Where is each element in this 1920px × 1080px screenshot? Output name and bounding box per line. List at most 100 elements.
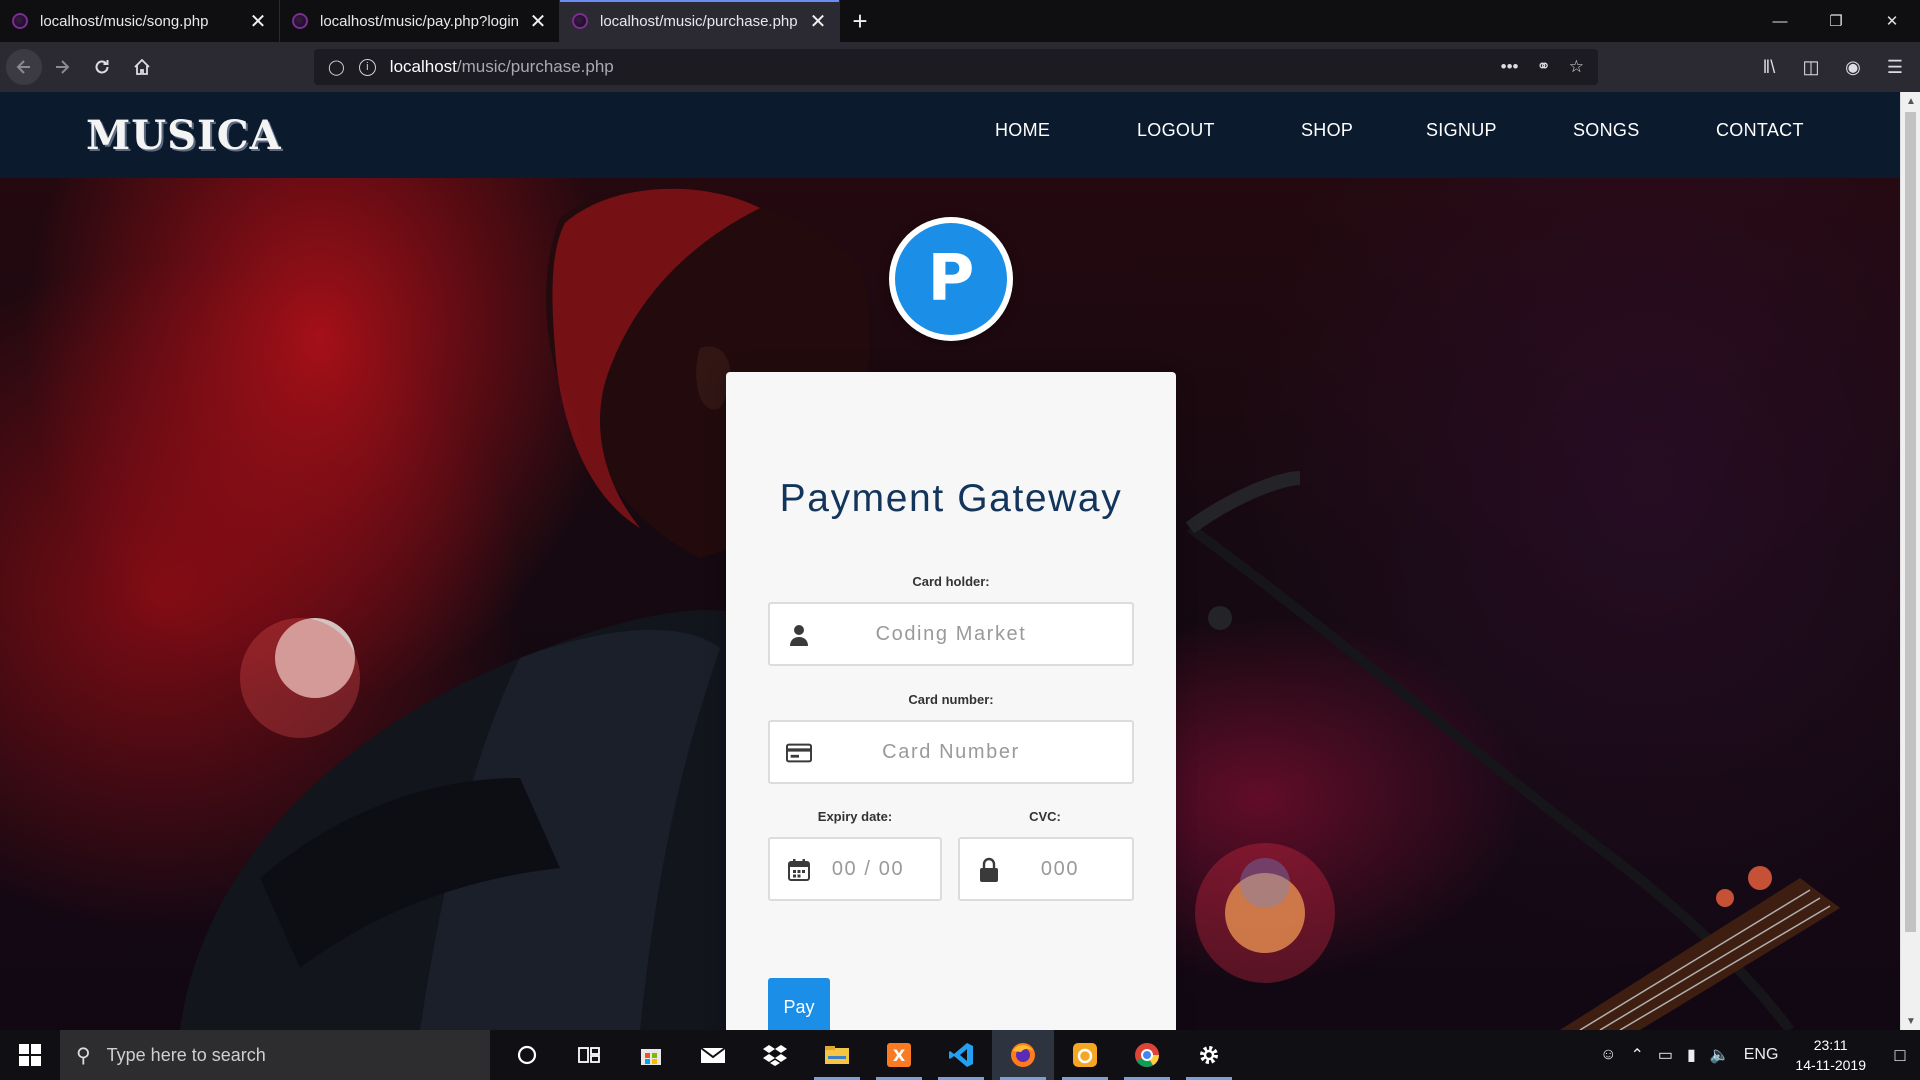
- start-button[interactable]: [0, 1030, 60, 1080]
- arrow-left-icon: [16, 60, 30, 74]
- pocket-icon[interactable]: ⚭: [1537, 57, 1551, 77]
- bookmark-star-icon[interactable]: ☆: [1569, 57, 1584, 77]
- cvc-input[interactable]: 000: [958, 837, 1134, 901]
- url-text[interactable]: localhost/music/purchase.php: [390, 57, 614, 77]
- search-placeholder: Type here to search: [106, 1044, 266, 1065]
- back-button[interactable]: [6, 49, 42, 85]
- tab-purchase[interactable]: localhost/music/purchase.php ✕: [560, 0, 840, 42]
- info-icon[interactable]: i: [358, 58, 376, 76]
- home-icon: [134, 58, 150, 75]
- firefox-icon[interactable]: [992, 1030, 1054, 1080]
- tab-pay[interactable]: localhost/music/pay.php?login ✕: [280, 0, 560, 42]
- payment-title: Payment Gateway: [779, 477, 1123, 520]
- nav-songs[interactable]: SONGS: [1573, 120, 1640, 141]
- tab-title: localhost/music/pay.php?login: [320, 12, 519, 30]
- sidebar-icon[interactable]: ◫: [1794, 50, 1828, 84]
- site-logo[interactable]: MUSICA: [86, 112, 282, 159]
- card-number-input[interactable]: Card Number: [768, 720, 1134, 784]
- expiry-label: Expiry date:: [817, 809, 893, 824]
- nav-logout[interactable]: LOGOUT: [1137, 120, 1215, 141]
- uc-browser-icon[interactable]: [1054, 1030, 1116, 1080]
- task-view-icon[interactable]: [558, 1030, 620, 1080]
- payment-logo: P: [889, 217, 1013, 341]
- page-scrollbar[interactable]: ▲ ▼: [1900, 92, 1920, 1030]
- scroll-up-icon[interactable]: ▲: [1901, 92, 1920, 110]
- volume-icon[interactable]: 🔈: [1710, 1045, 1730, 1065]
- windows-logo-icon: [19, 1044, 41, 1066]
- taskbar-apps: X: [496, 1030, 1240, 1080]
- menu-icon[interactable]: ☰: [1878, 50, 1912, 84]
- card-holder-label: Card holder:: [912, 574, 990, 589]
- notifications-icon[interactable]: □: [1880, 1030, 1920, 1080]
- settings-gear-icon[interactable]: [1178, 1030, 1240, 1080]
- address-bar[interactable]: ◯ i localhost/music/purchase.php ••• ⚭ ☆: [314, 49, 1598, 85]
- tab-title: localhost/music/song.php: [40, 12, 209, 30]
- dropbox-icon[interactable]: [744, 1030, 806, 1080]
- mail-icon[interactable]: [682, 1030, 744, 1080]
- restore-icon[interactable]: ❐: [1808, 0, 1864, 42]
- close-tab-icon[interactable]: ✕: [809, 9, 827, 34]
- site-favicon-icon: [12, 13, 28, 29]
- site-header: MUSICA HOME LOGOUT SHOP SIGNUP SONGS CON…: [0, 92, 1900, 178]
- cvc-label: CVC:: [1029, 809, 1061, 824]
- payment-logo-letter: P: [895, 223, 1007, 335]
- new-tab-button[interactable]: +: [840, 0, 880, 42]
- site-favicon-icon: [292, 13, 308, 29]
- clock[interactable]: 23:11 14-11-2019: [1795, 1035, 1866, 1075]
- card-number-placeholder: Card Number: [882, 740, 1020, 763]
- svg-text:X: X: [893, 1046, 906, 1065]
- reload-button[interactable]: [82, 47, 122, 87]
- nav-signup[interactable]: SIGNUP: [1426, 120, 1497, 141]
- clock-time: 23:11: [1813, 1037, 1848, 1053]
- library-icon[interactable]: ‖\: [1752, 50, 1786, 84]
- chrome-icon[interactable]: [1116, 1030, 1178, 1080]
- xampp-icon[interactable]: X: [868, 1030, 930, 1080]
- url-actions: ••• ⚭ ☆: [1501, 57, 1584, 77]
- minimize-icon[interactable]: —: [1752, 0, 1808, 42]
- expiry-input[interactable]: 00 / 00: [768, 837, 942, 901]
- close-window-icon[interactable]: ✕: [1864, 0, 1920, 42]
- tab-song[interactable]: localhost/music/song.php ✕: [0, 0, 280, 42]
- site-favicon-icon: [572, 13, 588, 29]
- nav-contact[interactable]: CONTACT: [1716, 120, 1804, 141]
- windows-taskbar: ⚲ Type here to search X ☺ ⌃ ▭ ▮ 🔈 ENG 23…: [0, 1030, 1920, 1080]
- reload-icon: [95, 60, 109, 74]
- arrow-right-icon: [56, 60, 70, 74]
- more-actions-icon[interactable]: •••: [1501, 57, 1519, 77]
- account-icon[interactable]: ◉: [1836, 50, 1870, 84]
- network-icon[interactable]: ▭: [1658, 1045, 1673, 1065]
- shield-icon[interactable]: ◯: [328, 58, 345, 76]
- chevron-up-icon[interactable]: ⌃: [1630, 1045, 1643, 1065]
- toolbar-right: ‖\ ◫ ◉ ☰: [1752, 50, 1912, 84]
- battery-icon[interactable]: ▮: [1687, 1045, 1696, 1065]
- system-tray: ☺ ⌃ ▭ ▮ 🔈 ENG 23:11 14-11-2019 □: [1593, 1030, 1920, 1080]
- file-explorer-icon[interactable]: [806, 1030, 868, 1080]
- language-indicator[interactable]: ENG: [1744, 1046, 1779, 1064]
- browser-tab-bar: localhost/music/song.php ✕ localhost/mus…: [0, 0, 1920, 42]
- vscode-icon[interactable]: [930, 1030, 992, 1080]
- close-tab-icon[interactable]: ✕: [249, 9, 267, 34]
- clock-date: 14-11-2019: [1795, 1057, 1866, 1073]
- forward-button[interactable]: [42, 47, 82, 87]
- url-path: /music/purchase.php: [456, 57, 614, 76]
- store-icon[interactable]: [620, 1030, 682, 1080]
- scroll-down-icon[interactable]: ▼: [1901, 1012, 1920, 1030]
- scroll-thumb[interactable]: [1905, 112, 1916, 932]
- nav-home[interactable]: HOME: [995, 120, 1050, 141]
- home-button[interactable]: [122, 47, 162, 87]
- user-icon: [786, 622, 812, 648]
- cortana-icon[interactable]: [496, 1030, 558, 1080]
- tab-title: localhost/music/purchase.php: [600, 12, 798, 30]
- window-controls: — ❐ ✕: [1752, 0, 1920, 42]
- nav-shop[interactable]: SHOP: [1301, 120, 1353, 141]
- card-holder-placeholder: Coding Market: [875, 622, 1027, 645]
- lock-icon: [976, 857, 1002, 883]
- close-tab-icon[interactable]: ✕: [529, 9, 547, 34]
- credit-card-icon: [786, 740, 812, 766]
- browser-nav-bar: ◯ i localhost/music/purchase.php ••• ⚭ ☆…: [0, 42, 1920, 92]
- taskbar-search[interactable]: ⚲ Type here to search: [60, 1030, 490, 1080]
- card-holder-input[interactable]: Coding Market: [768, 602, 1134, 666]
- people-icon[interactable]: ☺: [1600, 1046, 1616, 1064]
- pay-button[interactable]: Pay: [768, 978, 830, 1030]
- url-host: localhost: [389, 57, 457, 76]
